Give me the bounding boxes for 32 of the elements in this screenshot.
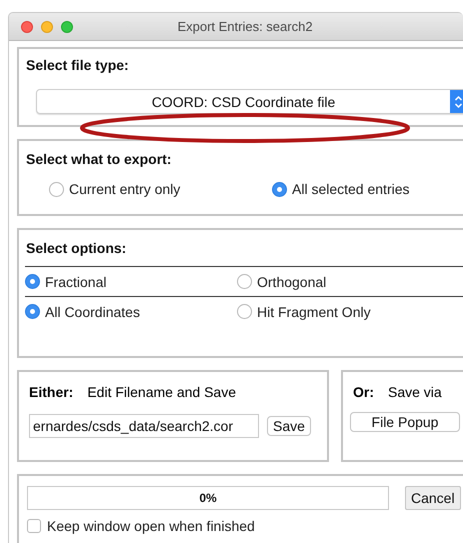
- section-heading: Select options:: [26, 240, 128, 256]
- stepper-icon: [454, 94, 463, 108]
- section-heading: Select what to export:: [26, 151, 172, 167]
- radio-label[interactable]: All Coordinates: [45, 304, 140, 320]
- radio-label[interactable]: Hit Fragment Only: [257, 304, 371, 320]
- section-heading: Either:: [29, 384, 74, 400]
- file-type-dropdown[interactable]: COORD: CSD Coordinate file: [36, 89, 463, 114]
- file-popup-button[interactable]: File Popup: [350, 412, 460, 432]
- checkbox[interactable]: [27, 519, 41, 533]
- section-caption: Save via: [388, 384, 442, 400]
- radio-label[interactable]: Orthogonal: [257, 274, 326, 290]
- zoom-button[interactable]: [61, 20, 73, 32]
- radio-label[interactable]: Current entry only: [69, 181, 180, 197]
- radio-button[interactable]: [49, 182, 64, 196]
- radio-label[interactable]: All selected entries: [292, 181, 410, 197]
- minimize-button[interactable]: [41, 20, 53, 32]
- progress-reading: 0%: [199, 491, 217, 505]
- checkbox-label[interactable]: Keep window open when finished: [47, 518, 255, 534]
- radio-button[interactable]: [25, 304, 40, 319]
- radio-button[interactable]: [237, 304, 252, 319]
- section-heading: Select file type:: [26, 57, 130, 73]
- radio-label[interactable]: Fractional: [45, 274, 106, 290]
- radio-button[interactable]: [237, 274, 252, 289]
- window-title: Export Entries: search2: [176, 19, 314, 34]
- filename-field[interactable]: ernardes/csds_data/search2.cor: [29, 414, 259, 438]
- section-heading: Or:: [353, 384, 374, 400]
- save-button[interactable]: Save: [267, 416, 311, 436]
- cancel-button[interactable]: Cancel: [405, 486, 461, 510]
- close-button[interactable]: [21, 20, 33, 32]
- section-caption: Edit Filename and Save: [87, 384, 236, 400]
- radio-button[interactable]: [272, 182, 287, 196]
- radio-button[interactable]: [25, 274, 40, 289]
